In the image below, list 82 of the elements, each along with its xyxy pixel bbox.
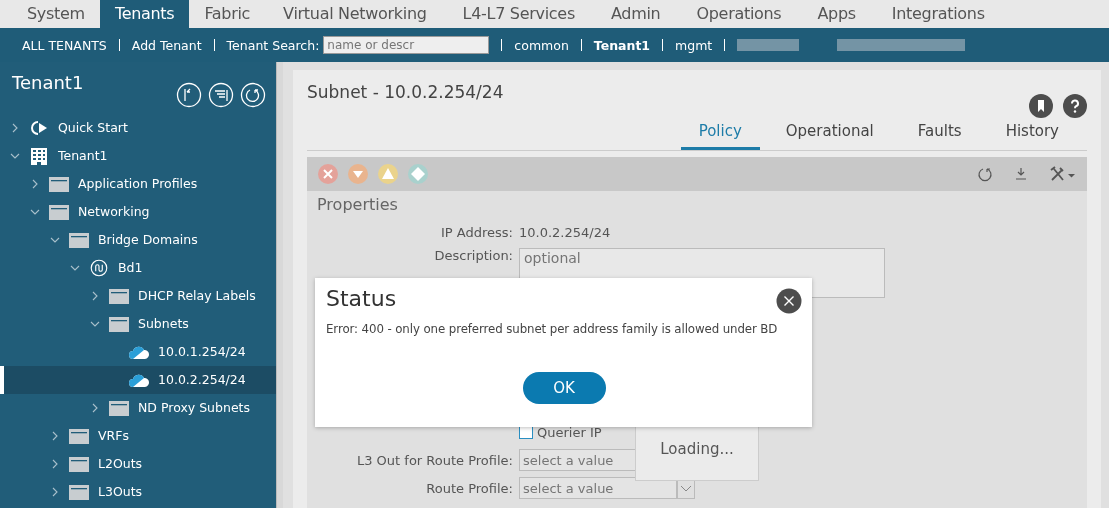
select-field[interactable]: select a value <box>519 477 677 499</box>
field-label: Route Profile: <box>425 480 513 496</box>
nav-tab[interactable]: Admin <box>592 0 679 28</box>
chevron-icon[interactable] <box>10 151 20 161</box>
tree-item[interactable]: 10.0.1.254/24 <box>0 338 276 366</box>
all-tenants-link[interactable]: ALL TENANTS <box>22 37 107 53</box>
refresh-icon[interactable] <box>977 166 993 182</box>
tenant-search-field[interactable]: name or descr <box>323 36 490 54</box>
nav-tab[interactable]: Operations <box>678 0 800 28</box>
folder-icon <box>48 203 70 221</box>
field-value: 10.0.2.254/24 <box>519 224 611 240</box>
chevron-icon[interactable] <box>50 487 60 497</box>
folder-icon <box>108 399 130 417</box>
tree-item[interactable]: 10.0.2.254/24 <box>0 366 276 394</box>
redacted-block <box>737 39 800 51</box>
tenant-link[interactable]: common <box>514 37 569 53</box>
chevron-icon[interactable] <box>90 291 100 301</box>
nav-tab[interactable]: Virtual Networking <box>265 0 445 28</box>
download-icon[interactable] <box>1013 166 1029 182</box>
panel-title: Subnet - 10.0.2.254/24 <box>307 82 504 104</box>
tree-item[interactable]: VRFs <box>0 422 276 450</box>
filter-icon[interactable] <box>208 82 234 108</box>
chevron-icon[interactable] <box>50 459 60 469</box>
search-label: Tenant Search: <box>226 37 320 53</box>
tenant-link[interactable]: Tenant1 <box>593 37 651 53</box>
panel-tab[interactable]: History <box>987 118 1077 150</box>
ok-button[interactable]: OK <box>522 372 606 404</box>
folder-icon <box>68 455 90 473</box>
folder-icon <box>68 483 90 501</box>
folder-icon <box>108 287 130 305</box>
field-label: Description: <box>433 248 513 263</box>
folder-icon <box>48 175 70 193</box>
tree-item[interactable]: Tenant1 <box>0 142 276 170</box>
nav-tab[interactable]: Apps <box>799 0 874 28</box>
tree-item[interactable]: ND Proxy Subnets <box>0 394 276 422</box>
bridge-domain-icon <box>88 259 110 277</box>
folder-icon <box>68 427 90 445</box>
resize-handle[interactable] <box>276 62 283 508</box>
panel-tab[interactable]: Policy <box>680 118 760 150</box>
tools-icon[interactable] <box>1049 166 1077 182</box>
tree-item[interactable]: DHCP Relay Labels <box>0 282 276 310</box>
tree-item[interactable]: Bd1 <box>0 254 276 282</box>
dialog-title: Status <box>326 286 397 311</box>
tenant-link[interactable]: mgmt <box>675 37 713 53</box>
chevron-icon[interactable] <box>50 235 60 245</box>
chevron-icon[interactable] <box>30 179 40 189</box>
chevron-icon[interactable] <box>30 207 40 217</box>
chevron-icon[interactable] <box>50 431 60 441</box>
folder-icon <box>68 231 90 249</box>
nav-tab[interactable]: L4-L7 Services <box>444 0 593 28</box>
tree-item[interactable]: Application Profiles <box>0 170 276 198</box>
close-icon[interactable] <box>776 288 802 314</box>
tree-item[interactable]: Subnets <box>0 310 276 338</box>
nav-tab[interactable]: System <box>12 0 100 28</box>
tree-item[interactable]: L2Outs <box>0 450 276 478</box>
chevron-icon[interactable] <box>10 123 20 133</box>
tree-item[interactable]: Networking <box>0 198 276 226</box>
folder-icon <box>108 315 130 333</box>
field-label: L3 Out for Route Profile: <box>355 452 513 468</box>
sidebar-title: Tenant1 <box>12 72 84 95</box>
section-heading: Properties <box>317 195 399 214</box>
help-icon[interactable] <box>1063 94 1087 118</box>
nav-tab[interactable]: Integrations <box>873 0 1003 28</box>
chevron-icon[interactable] <box>70 263 80 273</box>
collapse-icon[interactable] <box>176 82 202 108</box>
nav-tab[interactable]: Tenants <box>99 0 190 28</box>
building-icon <box>28 147 50 165</box>
panel-tab[interactable]: Operational <box>767 118 892 150</box>
chevron-icon[interactable] <box>90 403 100 413</box>
bookmark-icon[interactable] <box>1029 94 1053 118</box>
error-message: Error: 400 - only one preferred subnet per address family is allowed under BD <box>326 321 779 338</box>
checkbox-label: Querier IP <box>537 424 602 440</box>
tree-item[interactable]: Bridge Domains <box>0 226 276 254</box>
panel-tab[interactable]: Faults <box>899 118 980 150</box>
tree-item[interactable]: L3Outs <box>0 478 276 506</box>
refresh-icon[interactable] <box>240 82 266 108</box>
tree-item[interactable]: Quick Start <box>0 114 276 142</box>
field-label: IP Address: <box>440 224 513 240</box>
add-tenant-link[interactable]: Add Tenant <box>131 37 202 53</box>
critical-fault-icon[interactable] <box>317 163 339 185</box>
nav-tab[interactable]: Fabric <box>189 0 266 28</box>
chevron-icon[interactable] <box>90 319 100 329</box>
